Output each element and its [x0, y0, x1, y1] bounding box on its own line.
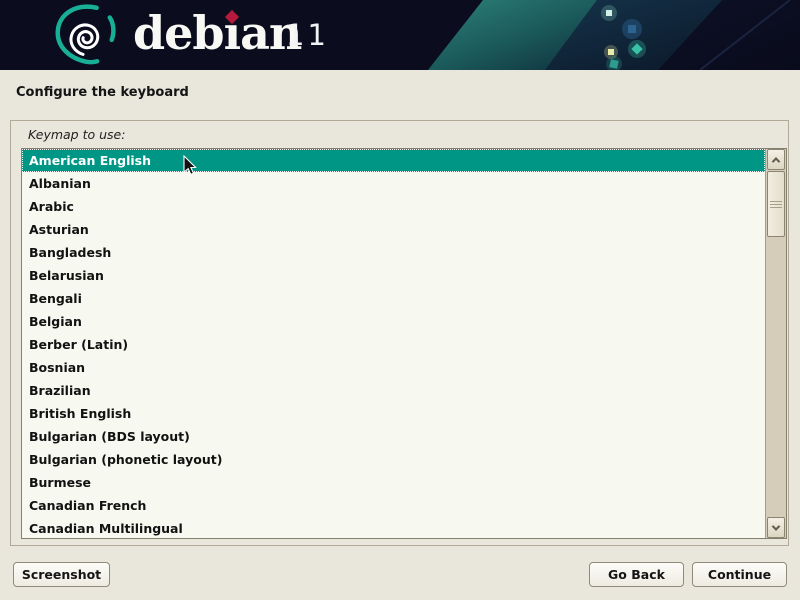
screenshot-button[interactable]: Screenshot: [13, 562, 110, 587]
list-item[interactable]: Berber (Latin): [22, 333, 765, 356]
list-item[interactable]: Canadian French: [22, 494, 765, 517]
keymap-listbox: American EnglishAlbanianArabicAsturianBa…: [21, 148, 787, 539]
list-item[interactable]: Canadian Multilingual: [22, 517, 765, 538]
debian-installer-window: { "header": { "brand": "debian", "versio…: [0, 0, 800, 600]
list-item[interactable]: British English: [22, 402, 765, 425]
list-item[interactable]: Bulgarian (phonetic layout): [22, 448, 765, 471]
list-item[interactable]: Belgian: [22, 310, 765, 333]
chevron-up-icon: [772, 157, 780, 165]
debian-logo-icon: [44, 1, 126, 69]
thumb-grip: [770, 201, 782, 202]
keymap-list: American EnglishAlbanianArabicAsturianBa…: [22, 149, 765, 538]
thumb-grip: [770, 207, 782, 208]
mouse-cursor-icon: [183, 155, 197, 176]
scrollbar[interactable]: [765, 149, 786, 538]
brand-letter-i: ı: [224, 10, 240, 56]
list-item[interactable]: Brazilian: [22, 379, 765, 402]
scroll-down-button[interactable]: [767, 517, 785, 538]
go-back-button[interactable]: Go Back: [589, 562, 684, 587]
brand-version: 11: [286, 21, 329, 50]
chevron-down-icon: [772, 522, 780, 530]
brand-title: debıan: [133, 10, 301, 56]
red-diamond-icon: [225, 10, 239, 24]
continue-button[interactable]: Continue: [692, 562, 787, 587]
list-item[interactable]: Belarusian: [22, 264, 765, 287]
list-item[interactable]: Bosnian: [22, 356, 765, 379]
keymap-label: Keymap to use:: [28, 127, 125, 142]
list-item[interactable]: Bengali: [22, 287, 765, 310]
scrollbar-thumb[interactable]: [767, 171, 785, 237]
scroll-up-button[interactable]: [767, 149, 785, 170]
list-item[interactable]: Bulgarian (BDS layout): [22, 425, 765, 448]
thumb-grip: [770, 204, 782, 205]
list-item[interactable]: Arabic: [22, 195, 765, 218]
list-item[interactable]: Albanian: [22, 172, 765, 195]
list-item[interactable]: American English: [22, 149, 765, 172]
page-title: Configure the keyboard: [16, 85, 189, 100]
header-art-decoration: [380, 0, 800, 70]
list-item[interactable]: Bangladesh: [22, 241, 765, 264]
header-banner: debıan 11: [0, 0, 800, 70]
list-item[interactable]: Burmese: [22, 471, 765, 494]
list-item[interactable]: Asturian: [22, 218, 765, 241]
